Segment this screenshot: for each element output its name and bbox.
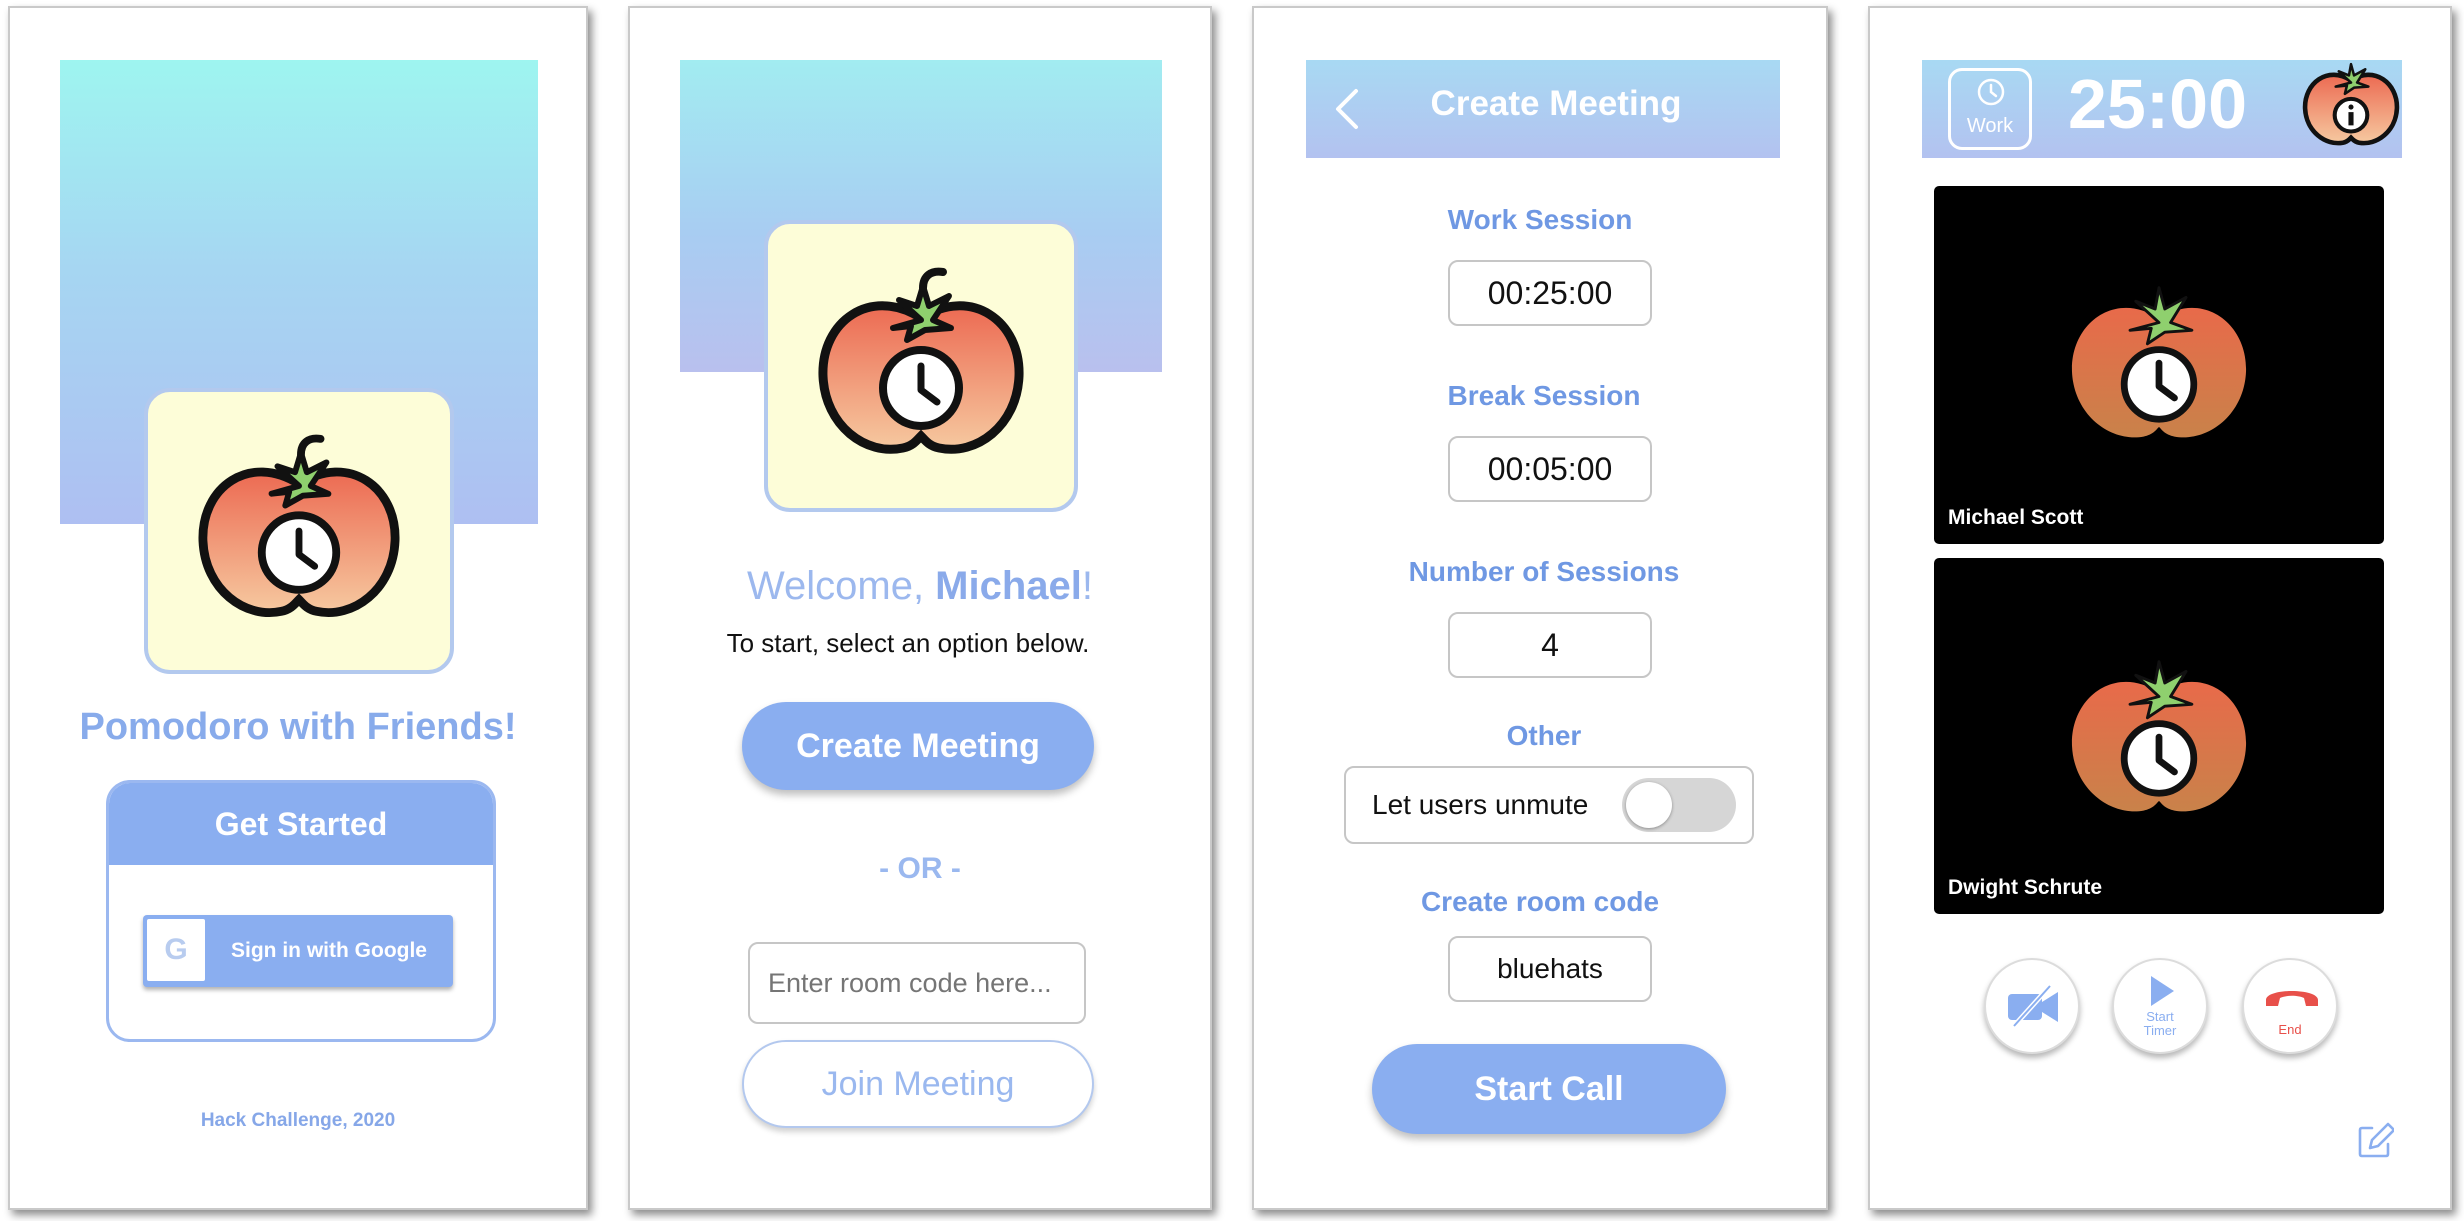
break-session-field[interactable]: 00:05:00 — [1448, 436, 1652, 502]
screen-call: Work 25:00 Michael Scott Dwight Schrute — [1868, 6, 2452, 1210]
footer-credit: Hack Challenge, 2020 — [200, 1110, 396, 1131]
clock-icon — [1977, 78, 2005, 106]
screen-create-meeting: Create Meeting Work Session 00:25:00 Bre… — [1252, 6, 1828, 1210]
app-title: Pomodoro with Friends! — [79, 706, 517, 748]
unmute-option-row: Let users unmute — [1344, 766, 1754, 844]
tomato-clock-logo-icon — [191, 433, 407, 629]
screen-landing: Pomodoro with Friends! Get Started G Sig… — [8, 6, 588, 1210]
google-sign-in-label: Sign in with Google — [231, 939, 427, 962]
video-toggle-button[interactable] — [1984, 958, 2080, 1054]
participant-name: Dwight Schrute — [1948, 876, 2103, 899]
tomato-clock-logo-icon — [811, 266, 1031, 466]
welcome-subtitle: To start, select an option below. — [726, 628, 1090, 658]
work-session-label: Work Session — [1447, 204, 1633, 235]
break-session-label: Break Session — [1447, 380, 1641, 411]
welcome-suffix: ! — [1081, 564, 1094, 608]
number-of-sessions-field[interactable]: 4 — [1448, 612, 1652, 678]
chevron-left-icon[interactable] — [1334, 88, 1360, 130]
page-title: Create Meeting — [1430, 84, 1682, 123]
create-meeting-button[interactable]: Create Meeting — [742, 702, 1094, 790]
screen-welcome: Welcome, Michael! To start, select an op… — [628, 6, 1212, 1210]
room-code-input[interactable] — [748, 942, 1086, 1024]
work-session-field[interactable]: 00:25:00 — [1448, 260, 1652, 326]
or-divider: - OR - — [879, 852, 961, 885]
toggle-knob — [1626, 782, 1672, 828]
welcome-heading: Welcome, Michael! — [630, 564, 1210, 609]
tomato-avatar-icon — [2062, 654, 2256, 828]
app-logo-card — [764, 220, 1078, 512]
room-code-label: Create room code — [1420, 886, 1660, 917]
get-started-card: Get Started G Sign in with Google — [106, 780, 496, 1042]
timer-header-bar: Work 25:00 — [1922, 60, 2402, 158]
mode-badge[interactable]: Work — [1948, 68, 2032, 150]
end-label: End — [2278, 1022, 2302, 1037]
join-meeting-button[interactable]: Join Meeting — [742, 1040, 1094, 1128]
tomato-avatar-icon — [2062, 280, 2256, 454]
start-call-button[interactable]: Start Call — [1372, 1044, 1726, 1134]
header-bar: Create Meeting — [1306, 60, 1780, 158]
unmute-toggle[interactable] — [1622, 778, 1736, 832]
other-label: Other — [1506, 720, 1582, 751]
number-of-sessions-label: Number of Sessions — [1408, 556, 1680, 587]
google-sign-in-button[interactable]: G Sign in with Google — [143, 915, 453, 987]
app-logo-card — [144, 388, 454, 674]
timer-display: 25:00 — [2068, 65, 2248, 143]
edit-note-icon[interactable] — [2356, 1122, 2394, 1160]
welcome-prefix: Welcome, — [746, 564, 936, 608]
play-icon — [2151, 976, 2174, 1006]
participant-name: Michael Scott — [1948, 506, 2084, 529]
phone-hangup-icon — [2266, 991, 2318, 1006]
end-call-button[interactable]: End — [2242, 958, 2338, 1054]
canvas: Pomodoro with Friends! Get Started G Sig… — [0, 0, 2464, 1221]
participant-tile[interactable]: Michael Scott — [1934, 186, 2384, 544]
google-g-icon: G — [147, 919, 205, 981]
room-code-field[interactable]: bluehats — [1448, 936, 1652, 1002]
start-timer-label: Start Timer — [2143, 1009, 2177, 1038]
get-started-button[interactable]: Get Started — [109, 783, 493, 865]
mode-label: Work — [1966, 115, 2014, 137]
video-off-icon — [2008, 984, 2058, 1028]
info-tomato-icon[interactable] — [2300, 60, 2402, 152]
participant-tile[interactable]: Dwight Schrute — [1934, 558, 2384, 914]
unmute-label: Let users unmute — [1372, 789, 1589, 820]
start-timer-button[interactable]: Start Timer — [2112, 958, 2208, 1054]
welcome-username: Michael — [935, 564, 1082, 608]
